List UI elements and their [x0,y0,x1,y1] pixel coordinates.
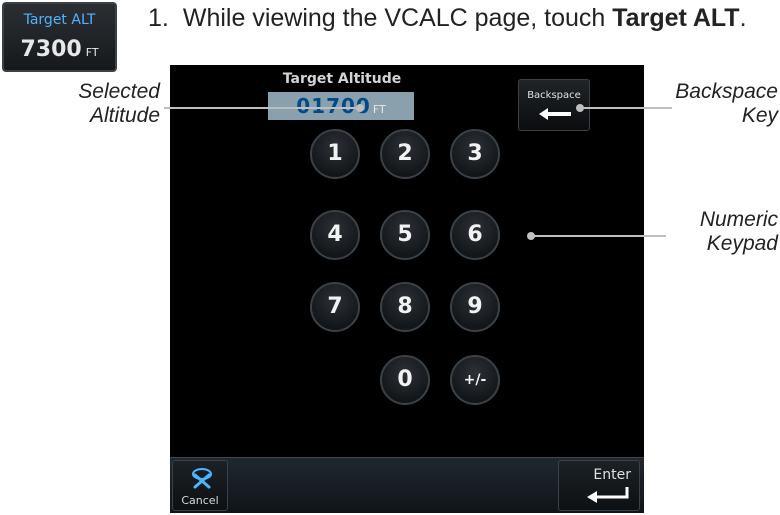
key-6[interactable]: 6 [450,210,500,260]
target-alt-label: Target ALT [23,12,96,28]
step-text: While viewing the VCALC page, touch [182,4,613,32]
cancel-label: Cancel [181,494,219,507]
selected-altitude-field[interactable]: 01700 FT [268,92,414,120]
backspace-button[interactable]: Backspace [518,79,590,131]
enter-arrow-icon [587,487,629,503]
key-4[interactable]: 4 [310,210,360,260]
step-bold-target: Target ALT [612,4,740,32]
target-alt-unit: FT [85,46,99,59]
backspace-label: Backspace [527,90,581,101]
key-1[interactable]: 1 [310,129,360,179]
left-arrow-icon [539,108,571,120]
key-5[interactable]: 5 [380,210,430,260]
key-7[interactable]: 7 [310,282,360,332]
enter-button[interactable]: Enter [558,460,640,511]
target-alt-key[interactable]: Target ALT 7300 FT [2,2,117,72]
callout-numeric-keypad: Numeric Keypad [699,208,778,255]
key-9[interactable]: 9 [450,282,500,332]
altitude-digits: 01700 [296,94,371,118]
key-8[interactable]: 8 [380,282,430,332]
key-0[interactable]: 0 [380,355,430,405]
callout-selected-altitude: Selected Altitude [78,80,160,127]
target-alt-value: 7300 FT [20,37,99,62]
cancel-button[interactable]: Cancel [172,460,228,511]
cancel-x-icon [192,468,212,489]
callout-backspace-key: Backspace Key [675,80,778,127]
target-altitude-title: Target Altitude [282,71,402,87]
instruction-step: 1. While viewing the VCALC page, touch Ta… [148,4,747,33]
altitude-unit: FT [372,103,386,116]
step-period: . [739,4,747,32]
key-2[interactable]: 2 [380,129,430,179]
step-number: 1. [148,4,169,32]
enter-label: Enter [593,467,631,483]
key-3[interactable]: 3 [450,129,500,179]
key-plus-minus[interactable]: +/- [450,355,500,405]
device-screen: Target Altitude 01700 FT Backspace 1 2 3 … [170,65,644,513]
